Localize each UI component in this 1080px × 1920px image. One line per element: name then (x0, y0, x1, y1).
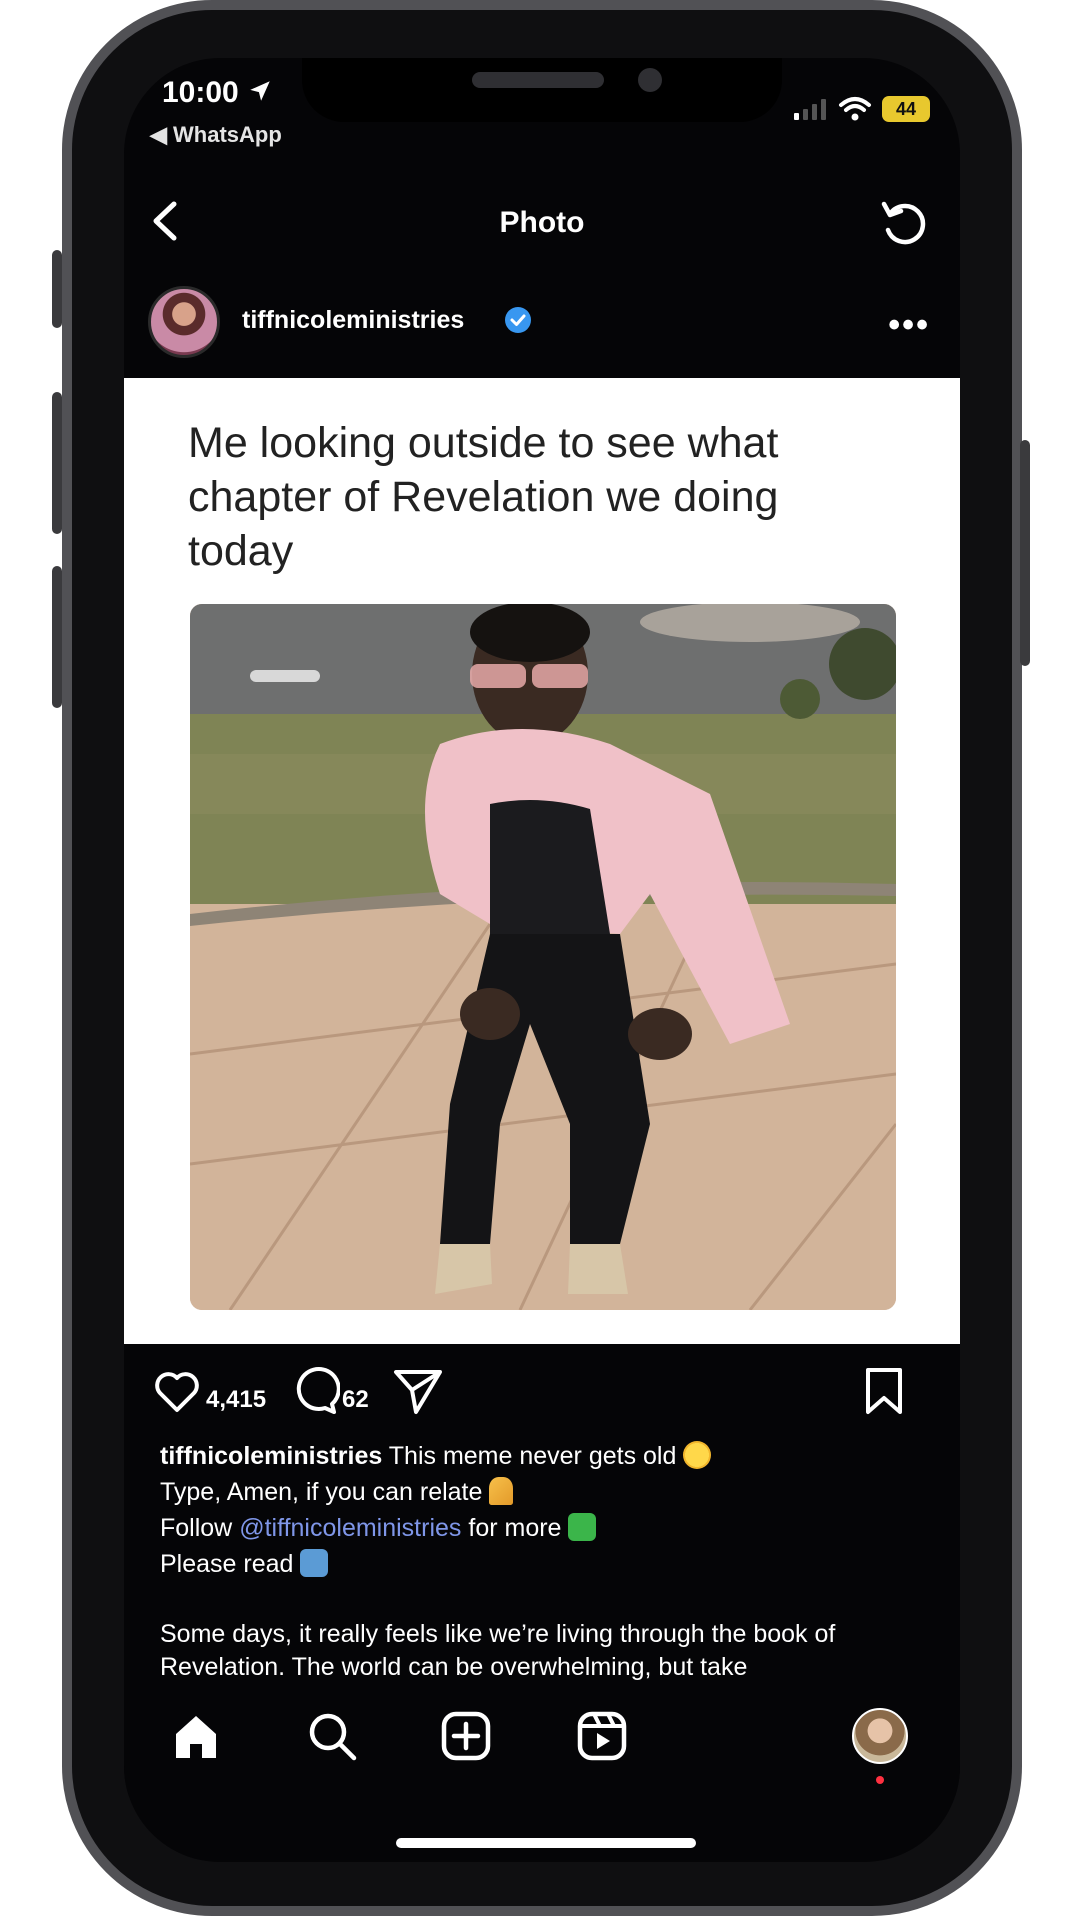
home-indicator[interactable] (396, 1838, 696, 1848)
caption-username[interactable]: tiffnicoleministries (160, 1442, 382, 1470)
refresh-icon (881, 201, 926, 245)
like-count: 4,415 (206, 1386, 267, 1413)
status-time-text: 10:00 (162, 76, 239, 109)
praying-hands-emoji (489, 1477, 514, 1505)
caption-text-4: Please read (160, 1550, 294, 1578)
phone-screen: 10:00 ◀ WhatsApp 44 Photo tiffnicolemini… (124, 58, 960, 1862)
refresh-button[interactable] (876, 196, 932, 257)
status-time: 10:00 (162, 76, 273, 110)
search-icon[interactable] (304, 1708, 360, 1764)
caption-text-1: This meme never gets old (388, 1442, 677, 1470)
post-username[interactable]: tiffnicoleministries (242, 306, 464, 335)
caption-line-2: Type, Amen, if you can relate (160, 1474, 940, 1510)
create-post-icon[interactable] (438, 1708, 494, 1764)
post-avatar[interactable] (148, 286, 220, 358)
notification-dot (876, 1776, 884, 1784)
check-mark-emoji (568, 1513, 597, 1541)
more-options-button[interactable]: ••• (888, 306, 930, 345)
page-title: Photo (499, 206, 585, 239)
post-actions: 4,415 62 (124, 1358, 960, 1438)
verified-badge-icon (505, 307, 531, 333)
post-image: Me looking outside to see what chapter o… (124, 378, 960, 1344)
front-camera (638, 68, 662, 92)
grinning-sweat-emoji (683, 1441, 712, 1469)
heart-icon[interactable] (152, 1366, 202, 1416)
share-icon[interactable] (392, 1366, 444, 1416)
post-header: tiffnicoleministries ••• (124, 276, 960, 376)
profile-tab-avatar[interactable] (852, 1708, 908, 1764)
back-to-whatsapp-link[interactable]: ◀ WhatsApp (150, 122, 282, 148)
down-arrow-emoji (300, 1549, 329, 1577)
location-arrow-icon (250, 81, 270, 101)
bookmark-icon[interactable] (862, 1366, 906, 1416)
status-indicators: 44 (792, 96, 930, 122)
comment-count: 62 (342, 1386, 369, 1413)
battery-icon: 44 (882, 96, 930, 122)
photo-nav-bar: Photo (124, 176, 960, 266)
home-icon[interactable] (168, 1708, 224, 1764)
volume-down-button (52, 566, 62, 708)
caption-body-text: Some days, it really feels like we’re li… (160, 1620, 836, 1681)
caption-text-3-suffix: for more (468, 1514, 562, 1542)
notch (302, 58, 782, 122)
caption-line-3: Follow @tiffnicoleministries for more (160, 1510, 940, 1546)
caption-text-3-prefix: Follow (160, 1514, 233, 1542)
comment-icon[interactable] (290, 1366, 340, 1416)
meme-photo (190, 604, 896, 1310)
wifi-icon (839, 97, 871, 121)
caption-line-4: Please read (160, 1546, 940, 1582)
speaker-grille (472, 72, 604, 88)
caption-text-2: Type, Amen, if you can relate (160, 1478, 483, 1506)
cellular-signal-icon (794, 99, 826, 120)
mention-link[interactable]: @tiffnicoleministries (239, 1514, 461, 1542)
post-caption: tiffnicoleministries This meme never get… (160, 1438, 940, 1582)
bottom-tab-bar (124, 1686, 960, 1796)
mute-switch (52, 250, 62, 328)
reels-icon[interactable] (574, 1708, 630, 1764)
caption-line-1: tiffnicoleministries This meme never get… (160, 1438, 940, 1474)
volume-up-button (52, 392, 62, 534)
meme-text: Me looking outside to see what chapter o… (188, 419, 779, 575)
power-button (1020, 440, 1030, 666)
